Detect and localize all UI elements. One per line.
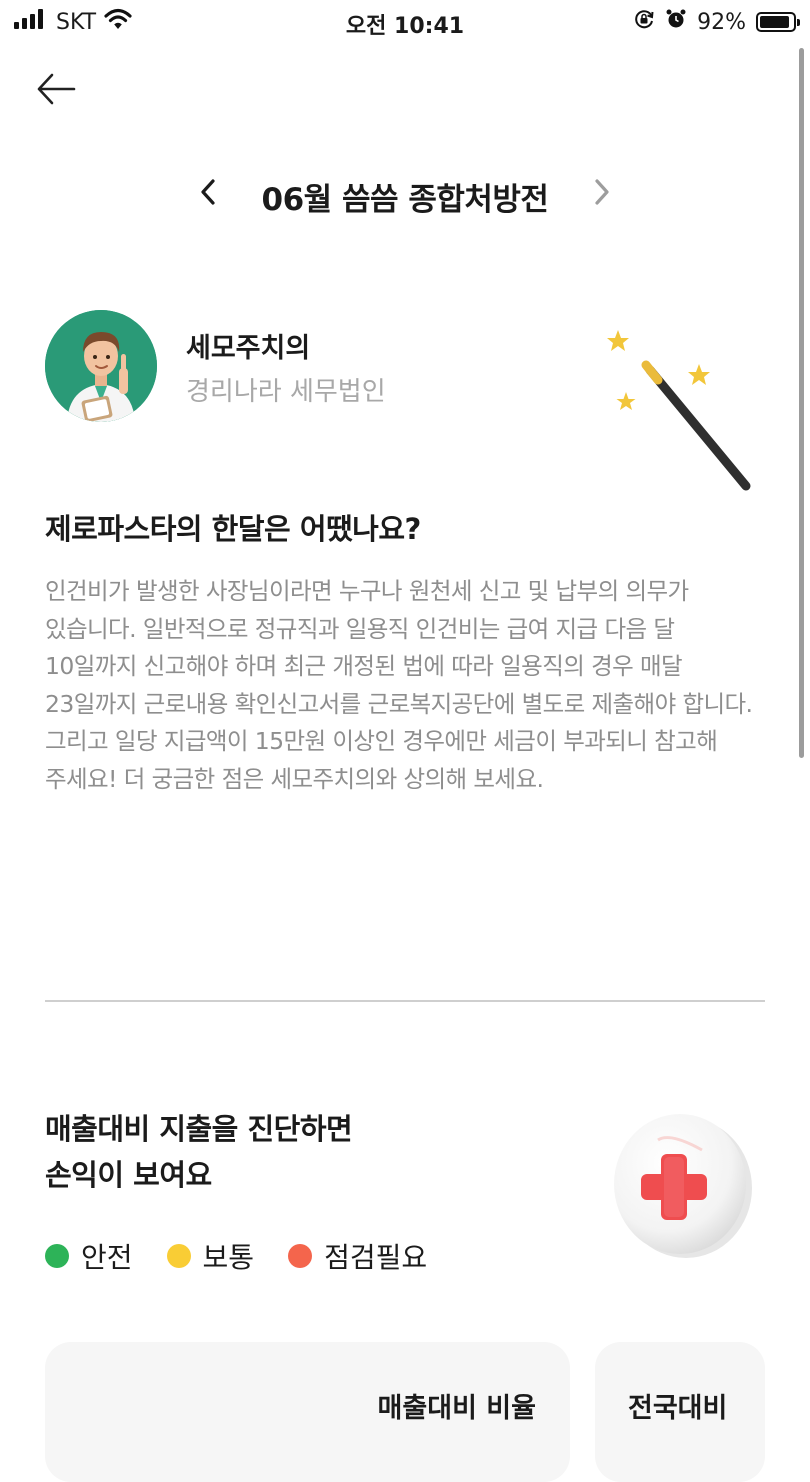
national-card: 전국대비 xyxy=(595,1342,765,1482)
back-button[interactable] xyxy=(30,68,82,114)
section-divider xyxy=(45,1000,765,1002)
status-right: 92% xyxy=(633,8,800,36)
diagnosis-title-line-1: 매출대비 지출을 진단하면 xyxy=(45,1112,353,1146)
diagnosis-title-line-2: 손익이 보여요 xyxy=(45,1158,212,1192)
page-title: 06월 씀씀 종합처방전 xyxy=(261,182,549,218)
alarm-icon xyxy=(665,8,687,36)
ratio-header: 매출대비 비율 xyxy=(377,1393,536,1424)
legend-item-check-needed: 점검필요 xyxy=(288,1236,427,1276)
chevron-right-icon xyxy=(593,178,611,210)
month-navigation: 06월 씀씀 종합처방전 xyxy=(0,166,810,222)
legend-label-safe: 안전 xyxy=(81,1241,133,1274)
status-bar: SKT 오전 10:41 92% xyxy=(0,0,810,44)
advisor-name: 세모주치의 xyxy=(186,333,311,364)
summary-question: 제로파스타의 한달은 어땠나요? xyxy=(45,512,421,546)
summary-paragraph: 인건비가 발생한 사장님이라면 누구나 원천세 신고 및 납부의 의무가 있습니… xyxy=(45,577,753,793)
national-header: 전국대비 xyxy=(628,1393,728,1424)
diagnosis-title: 매출대비 지출을 진단하면 손익이 보여요 xyxy=(45,1106,353,1198)
battery-percent: 92% xyxy=(697,9,746,35)
legend-item-safe: 안전 xyxy=(45,1236,133,1276)
legend-item-normal: 보통 xyxy=(166,1236,255,1276)
ratio-card: 매출대비 비율 xyxy=(45,1342,570,1482)
scrollbar[interactable] xyxy=(799,48,804,758)
medical-cross-icon xyxy=(612,1110,754,1260)
legend-label-normal: 보통 xyxy=(202,1241,255,1274)
legend-dot-safe xyxy=(45,1244,69,1268)
advisor-organization: 경리나라 세무법인 xyxy=(186,377,386,407)
legend-label-check-needed: 점검필요 xyxy=(324,1241,428,1274)
next-month-button[interactable] xyxy=(584,172,620,216)
back-arrow-icon xyxy=(36,73,76,109)
magic-wand-icon xyxy=(600,318,760,498)
status-legend: 안전 보통 점검필요 xyxy=(45,1236,461,1276)
legend-dot-check-needed xyxy=(288,1244,313,1268)
doctor-avatar-icon xyxy=(45,310,157,422)
rotation-lock-icon xyxy=(633,8,655,36)
legend-dot-normal xyxy=(166,1244,191,1268)
battery-icon xyxy=(756,12,800,32)
